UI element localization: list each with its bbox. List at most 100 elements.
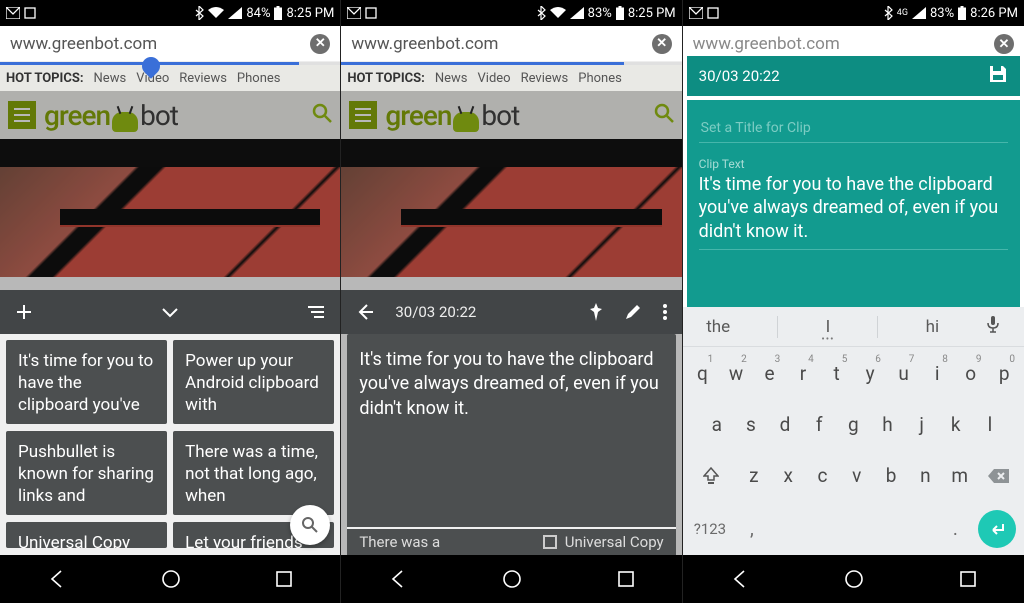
hot-topic[interactable]: Reviews [179,71,227,86]
shift-key[interactable] [687,454,735,498]
key-m[interactable]: m [943,454,977,498]
editor-header: 30/03 20:22 [687,56,1020,96]
recent-apps-button[interactable] [616,569,636,589]
recent-apps-button[interactable] [958,569,978,589]
key-e[interactable]: e3 [754,352,786,396]
home-button[interactable] [160,568,182,590]
key-c[interactable]: c [805,454,839,498]
key-t[interactable]: t5 [821,352,853,396]
recent-apps-button[interactable] [274,569,294,589]
android-navbar [0,555,340,603]
key-i[interactable]: i8 [921,352,953,396]
key-q[interactable]: q1 [687,352,719,396]
key-o[interactable]: o9 [955,352,987,396]
back-button[interactable] [46,568,68,590]
key-h[interactable]: h [871,403,903,447]
space-key[interactable] [770,507,936,551]
back-button[interactable] [387,568,409,590]
clear-url-button[interactable]: ✕ [652,34,672,54]
editor-body: Set a Title for Clip Clip Text It's time… [687,100,1020,307]
screenshot-icon [365,7,377,19]
key-u[interactable]: u7 [888,352,920,396]
back-to-list-button[interactable] [355,302,375,322]
home-button[interactable] [501,568,523,590]
key-a[interactable]: a [701,403,733,447]
clip-card[interactable]: There was a time, not that long ago, whe… [173,431,334,515]
enter-key[interactable] [978,510,1016,548]
clear-url-button[interactable]: ✕ [994,34,1014,54]
key-b[interactable]: b [874,454,908,498]
key-z[interactable]: z [737,454,771,498]
mic-button[interactable] [986,315,1000,338]
clip-title-input[interactable]: Set a Title for Clip [699,110,1008,143]
clip-content[interactable]: It's time for you to have the clipboard … [347,334,675,543]
suggestion[interactable]: hi [926,317,940,337]
add-clip-button[interactable] [14,302,34,322]
android-navbar [341,555,681,603]
menu-button[interactable] [349,101,377,129]
clip-timestamp: 30/03 20:22 [395,303,476,321]
clip-card[interactable]: Power up your Android clipboard with [173,340,334,424]
url-bar[interactable]: www.greenbot.com ✕ [0,26,340,62]
clip-text-input[interactable]: It's time for you to have the clipboard … [699,173,1008,250]
key-d[interactable]: d [769,403,801,447]
clock-label: 8:25 PM [286,6,334,21]
url-text: www.greenbot.com [693,34,994,54]
key-y[interactable]: y6 [854,352,886,396]
screenshot-icon [707,7,719,19]
backspace-key[interactable] [979,454,1020,498]
suggestion[interactable]: the [706,317,730,337]
key-n[interactable]: n [908,454,942,498]
checkbox[interactable] [543,535,557,549]
page-load-progress [0,62,340,65]
bug-icon [112,112,138,132]
hot-topic[interactable]: Phones [578,71,622,86]
symbols-key[interactable]: ?123 [687,507,734,551]
save-button[interactable] [988,64,1008,88]
suggestion-bar: the I••• hi [683,307,1024,347]
comma-key[interactable]: , [735,507,768,551]
gmail-icon [6,7,20,19]
universal-copy-label: Universal Copy [565,533,664,551]
expand-button[interactable] [161,306,179,318]
lte-icon: 4G [897,8,908,18]
clip-card[interactable]: Pushbullet is known for sharing links an… [6,431,167,515]
key-s[interactable]: s [735,403,767,447]
search-icon[interactable] [654,103,674,127]
article-image [0,167,340,277]
key-l[interactable]: l [974,403,1006,447]
clock-label: 8:26 PM [970,6,1018,21]
url-bar[interactable]: www.greenbot.com ✕ [341,26,681,62]
clear-url-button[interactable]: ✕ [310,34,330,54]
battery-pct: 83% [930,6,954,21]
key-f[interactable]: f [803,403,835,447]
menu-button[interactable] [8,101,36,129]
editor-timestamp: 30/03 20:22 [699,67,780,85]
key-r[interactable]: r4 [787,352,819,396]
pin-button[interactable] [588,303,604,321]
clipboard-grid: It's time for you to have the clipboard … [0,334,340,555]
back-button[interactable] [729,568,751,590]
hot-topic[interactable]: News [435,71,468,86]
key-j[interactable]: j [906,403,938,447]
key-k[interactable]: k [940,403,972,447]
key-p[interactable]: p0 [988,352,1020,396]
key-w[interactable]: w2 [720,352,752,396]
key-v[interactable]: v [840,454,874,498]
clip-card[interactable]: It's time for you to have the clipboard … [6,340,167,424]
edit-button[interactable] [624,303,642,321]
hot-topic[interactable]: Reviews [521,71,569,86]
clip-card[interactable]: Universal Copy [6,522,167,548]
home-button[interactable] [843,568,865,590]
key-g[interactable]: g [837,403,869,447]
list-menu-button[interactable] [306,305,326,319]
period-key[interactable]: . [939,507,972,551]
hot-topic[interactable]: Video [478,71,511,86]
hot-topic[interactable]: Phones [237,71,281,86]
suggestion[interactable]: I••• [826,317,831,337]
key-x[interactable]: x [771,454,805,498]
search-icon[interactable] [312,103,332,127]
screenshot-icon [24,7,36,19]
more-button[interactable] [662,303,668,321]
hot-topic[interactable]: News [94,71,127,86]
